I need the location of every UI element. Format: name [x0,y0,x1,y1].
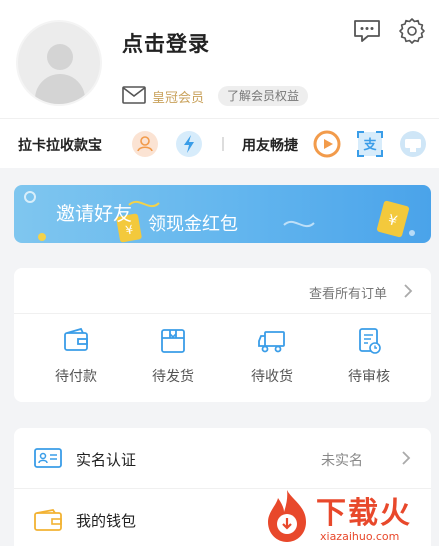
avatar-body [35,74,85,104]
login-button[interactable]: 点击登录 [122,28,210,58]
order-label: 待发货 [152,369,194,385]
box-icon [161,329,185,353]
menu-item-label: 实名认证 [76,451,137,469]
id-card-icon [34,448,62,468]
flame-logo-icon [268,490,306,542]
truck-icon [258,331,285,353]
chevron-right-icon [404,284,413,298]
order-label: 待审核 [348,369,390,385]
watermark-text: 下载火 [316,496,412,531]
avatar[interactable] [16,20,102,106]
wallet-icon [34,509,62,531]
order-label: 待付款 [55,369,97,385]
lakala-label[interactable]: 拉卡拉收款宝 [18,135,102,155]
yonyou-label[interactable]: 用友畅捷 [242,135,298,155]
lightning-icon[interactable] [175,130,203,158]
chevron-right-icon [402,451,411,465]
vip-benefits-badge[interactable]: 了解会员权益 [218,86,309,106]
order-pending-payment[interactable]: 待付款 [36,326,116,388]
all-orders-row[interactable]: 查看所有订单 [14,268,431,314]
gear-icon[interactable] [398,17,426,45]
play-icon[interactable] [313,130,341,158]
menu-item-label: 我的钱包 [76,512,137,530]
profile-header: 点击登录 皇冠会员 了解会员权益 [0,0,439,118]
wallet-icon [64,327,88,351]
order-pending-review[interactable]: 待审核 [329,326,409,388]
service-bar: 拉卡拉收款宝 用友畅捷 支 [0,118,439,168]
divider [222,137,224,151]
invite-banner[interactable]: ¥ ¥ 邀请好友 领现金红包 [14,185,431,243]
watermark-sub: xiazaihuo.com [320,530,400,543]
watermark: 下载火 xiazaihuo.com [260,486,439,546]
card-icon[interactable] [399,130,427,158]
all-orders-link[interactable]: 查看所有订单 [309,283,387,302]
alipay-icon[interactable]: 支 [356,130,384,158]
orders-card: 查看所有订单 待付款 待发货 待收货 待审核 [14,268,431,402]
order-pending-ship[interactable]: 待发货 [133,326,213,388]
vip-label[interactable]: 皇冠会员 [152,87,204,106]
order-label: 待收货 [251,369,293,385]
menu-item-realname[interactable]: 实名认证 未实名 [14,428,431,489]
svg-text:支: 支 [362,137,377,153]
banner-subtitle: 领现金红包 [148,214,238,235]
message-icon[interactable] [352,18,382,44]
banner-title: 邀请好友 [56,203,133,225]
review-icon [359,328,381,354]
menu-item-value: 未实名 [321,453,363,469]
person-icon[interactable] [131,130,159,158]
mail-icon [122,86,146,104]
avatar-head [47,44,73,70]
order-pending-receive[interactable]: 待收货 [232,326,312,388]
